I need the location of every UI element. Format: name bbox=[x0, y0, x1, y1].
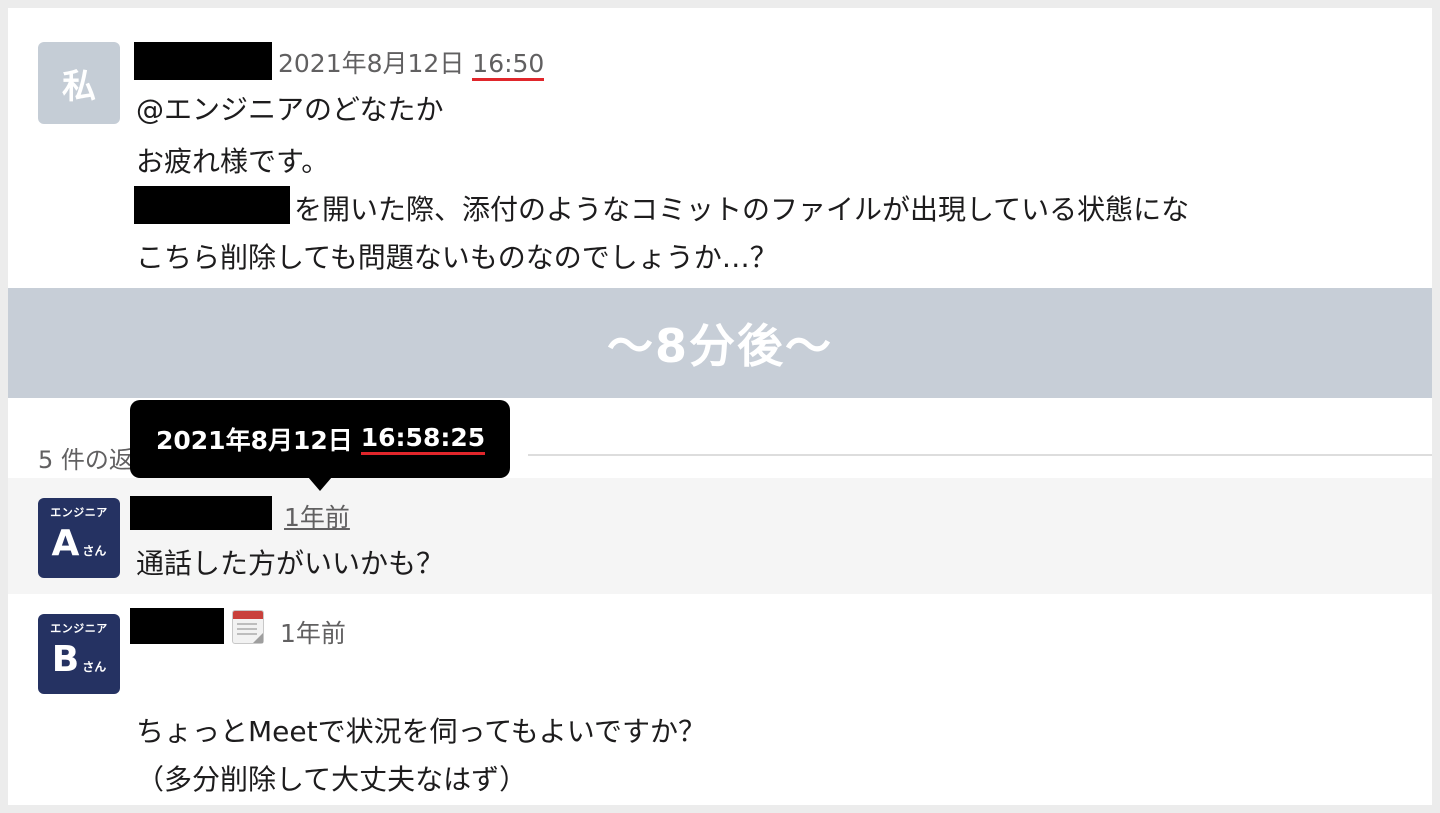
divider bbox=[528, 454, 1432, 456]
timestamp-tooltip: 2021年8月12日 16:58:25 bbox=[130, 400, 510, 478]
avatar-role: エンジニア bbox=[50, 622, 108, 635]
avatar-letter-row: A さん bbox=[52, 523, 107, 565]
calendar-icon-lines bbox=[237, 623, 257, 625]
time-skip-banner: 〜8分後〜 bbox=[8, 288, 1432, 398]
redacted-text bbox=[134, 186, 290, 224]
reply-b-line: （多分削除して大丈夫なはず） bbox=[136, 763, 528, 796]
avatar-letter: A bbox=[51, 523, 80, 564]
reply-b-timestamp[interactable]: 1年前 bbox=[280, 614, 346, 650]
message-date: 2021年8月12日 bbox=[278, 49, 465, 78]
avatar-engineer-b[interactable]: エンジニア B さん bbox=[38, 614, 120, 694]
message-time: 16:50 bbox=[472, 50, 545, 81]
calendar-icon-header bbox=[233, 611, 263, 619]
calendar-icon-fold bbox=[253, 633, 263, 643]
avatar-letter-row: B さん bbox=[52, 639, 106, 681]
redacted-username bbox=[130, 608, 224, 644]
message-line: を開いた際、添付のようなコミットのファイルが出現している状態にな bbox=[294, 193, 1190, 226]
avatar-engineer-a[interactable]: エンジニア A さん bbox=[38, 498, 120, 578]
banner-text: 〜8分後〜 bbox=[606, 319, 833, 373]
avatar-letter: B bbox=[51, 639, 80, 680]
tooltip-date: 2021年8月12日 bbox=[156, 426, 353, 455]
redacted-username bbox=[130, 496, 272, 530]
thread-panel: 私 2021年8月12日 16:50 @エンジニアのどなたか お疲れ様です。 を… bbox=[8, 8, 1432, 805]
message-line: こちら削除しても問題ないものなのでしょうか…？ bbox=[136, 241, 778, 274]
calendar-icon bbox=[232, 610, 264, 644]
redacted-username bbox=[134, 42, 272, 80]
avatar-suffix: さん bbox=[82, 544, 107, 558]
message-timestamp[interactable]: 2021年8月12日 16:50 bbox=[278, 44, 545, 81]
avatar-suffix: さん bbox=[82, 660, 107, 674]
avatar-role: エンジニア bbox=[50, 506, 108, 519]
reply-a-timestamp-link[interactable]: 1年前 bbox=[284, 498, 350, 534]
tooltip-time: 16:58:25 bbox=[360, 423, 486, 455]
reply-a-text: 通話した方がいいかも？ bbox=[136, 547, 445, 580]
reply-b-line: ちょっとMeetで状況を伺ってもよいですか？ bbox=[136, 715, 706, 748]
tooltip-arrow bbox=[308, 477, 332, 491]
avatar-me-label: 私 bbox=[62, 66, 96, 107]
message-line: お疲れ様です。 bbox=[136, 145, 330, 178]
avatar-me[interactable]: 私 bbox=[38, 42, 120, 124]
message-line: @エンジニアのどなたか bbox=[136, 93, 444, 126]
